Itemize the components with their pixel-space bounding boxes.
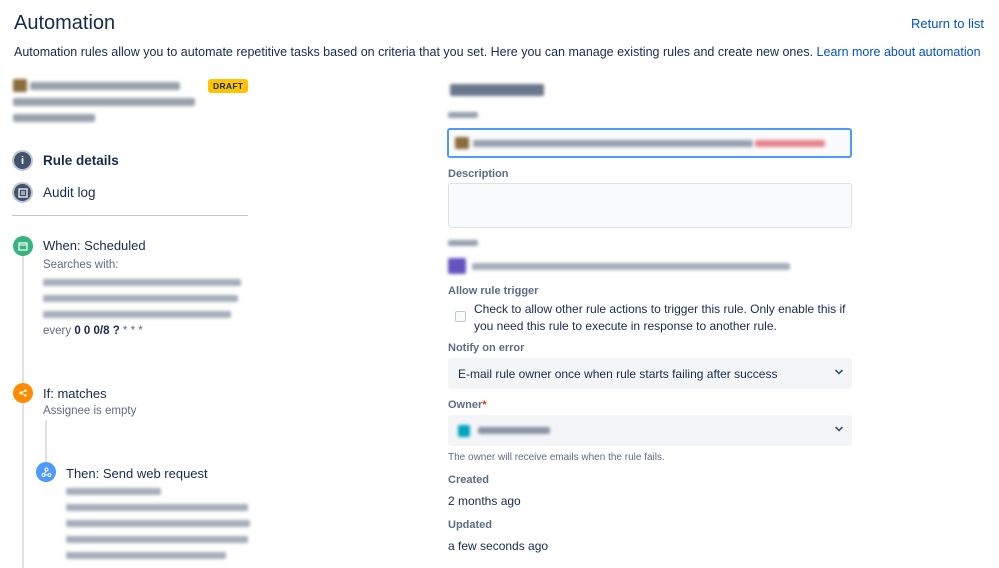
- intro-text: Automation rules allow you to automate r…: [14, 45, 981, 59]
- if-condition-subtitle: Assignee is empty: [43, 405, 137, 417]
- branch-icon[interactable]: [13, 383, 33, 403]
- chevron-down-icon: [834, 369, 844, 375]
- updated-label: Updated: [448, 519, 492, 531]
- notify-on-error-select[interactable]: E-mail rule owner once when rule starts …: [448, 358, 852, 389]
- created-value: 2 months ago: [448, 494, 521, 508]
- required-marker: *: [482, 399, 487, 411]
- allow-rule-trigger-label: Allow rule trigger: [448, 285, 539, 297]
- description-textarea[interactable]: [448, 183, 852, 228]
- nav-audit-log[interactable]: Audit log: [12, 182, 96, 203]
- page-title: Automation: [14, 12, 116, 34]
- timeline-branch-line: [45, 420, 47, 465]
- info-icon: i: [12, 150, 33, 171]
- learn-more-link[interactable]: Learn more about automation: [817, 45, 981, 59]
- owner-select[interactable]: [448, 415, 852, 446]
- owner-hint: The owner will receive emails when the r…: [448, 452, 665, 463]
- then-action-title[interactable]: Then: Send web request: [66, 466, 208, 481]
- created-label: Created: [448, 474, 489, 486]
- cron-prefix: every: [43, 325, 72, 337]
- when-trigger-title[interactable]: When: Scheduled: [43, 238, 146, 253]
- rule-name-input[interactable]: [447, 128, 852, 158]
- cron-suffix: * * *: [119, 325, 143, 337]
- nav-rule-details[interactable]: i Rule details: [12, 150, 119, 171]
- if-condition-title[interactable]: If: matches: [43, 386, 107, 401]
- list-icon: [12, 182, 33, 203]
- notify-on-error-label: Notify on error: [448, 342, 525, 354]
- cron-schedule: every 0 0 0/8 ? * * *: [43, 325, 143, 337]
- nav-audit-log-label: Audit log: [43, 185, 96, 200]
- chevron-down-icon: [834, 426, 844, 432]
- owner-label: Owner*: [448, 399, 487, 411]
- timeline-line: [22, 255, 24, 568]
- updated-value: a few seconds ago: [448, 539, 549, 553]
- nav-rule-details-label: Rule details: [43, 153, 119, 168]
- cron-bold: 0 0 0/8 ?: [74, 325, 120, 337]
- notify-on-error-value: E-mail rule owner once when rule starts …: [458, 366, 778, 381]
- description-label: Description: [448, 168, 509, 180]
- owner-label-text: Owner: [448, 399, 483, 411]
- when-trigger-subtitle: Searches with:: [43, 259, 119, 271]
- intro-description: Automation rules allow you to automate r…: [14, 45, 814, 59]
- allow-rule-trigger-text: Check to allow other rule actions to tri…: [474, 302, 846, 333]
- return-to-list-link[interactable]: Return to list: [911, 16, 984, 31]
- calendar-icon[interactable]: [13, 236, 33, 256]
- draft-badge: DRAFT: [208, 79, 249, 93]
- webhook-icon[interactable]: [36, 462, 56, 482]
- allow-rule-trigger-checkbox[interactable]: [455, 311, 466, 322]
- nav-divider: [12, 215, 248, 216]
